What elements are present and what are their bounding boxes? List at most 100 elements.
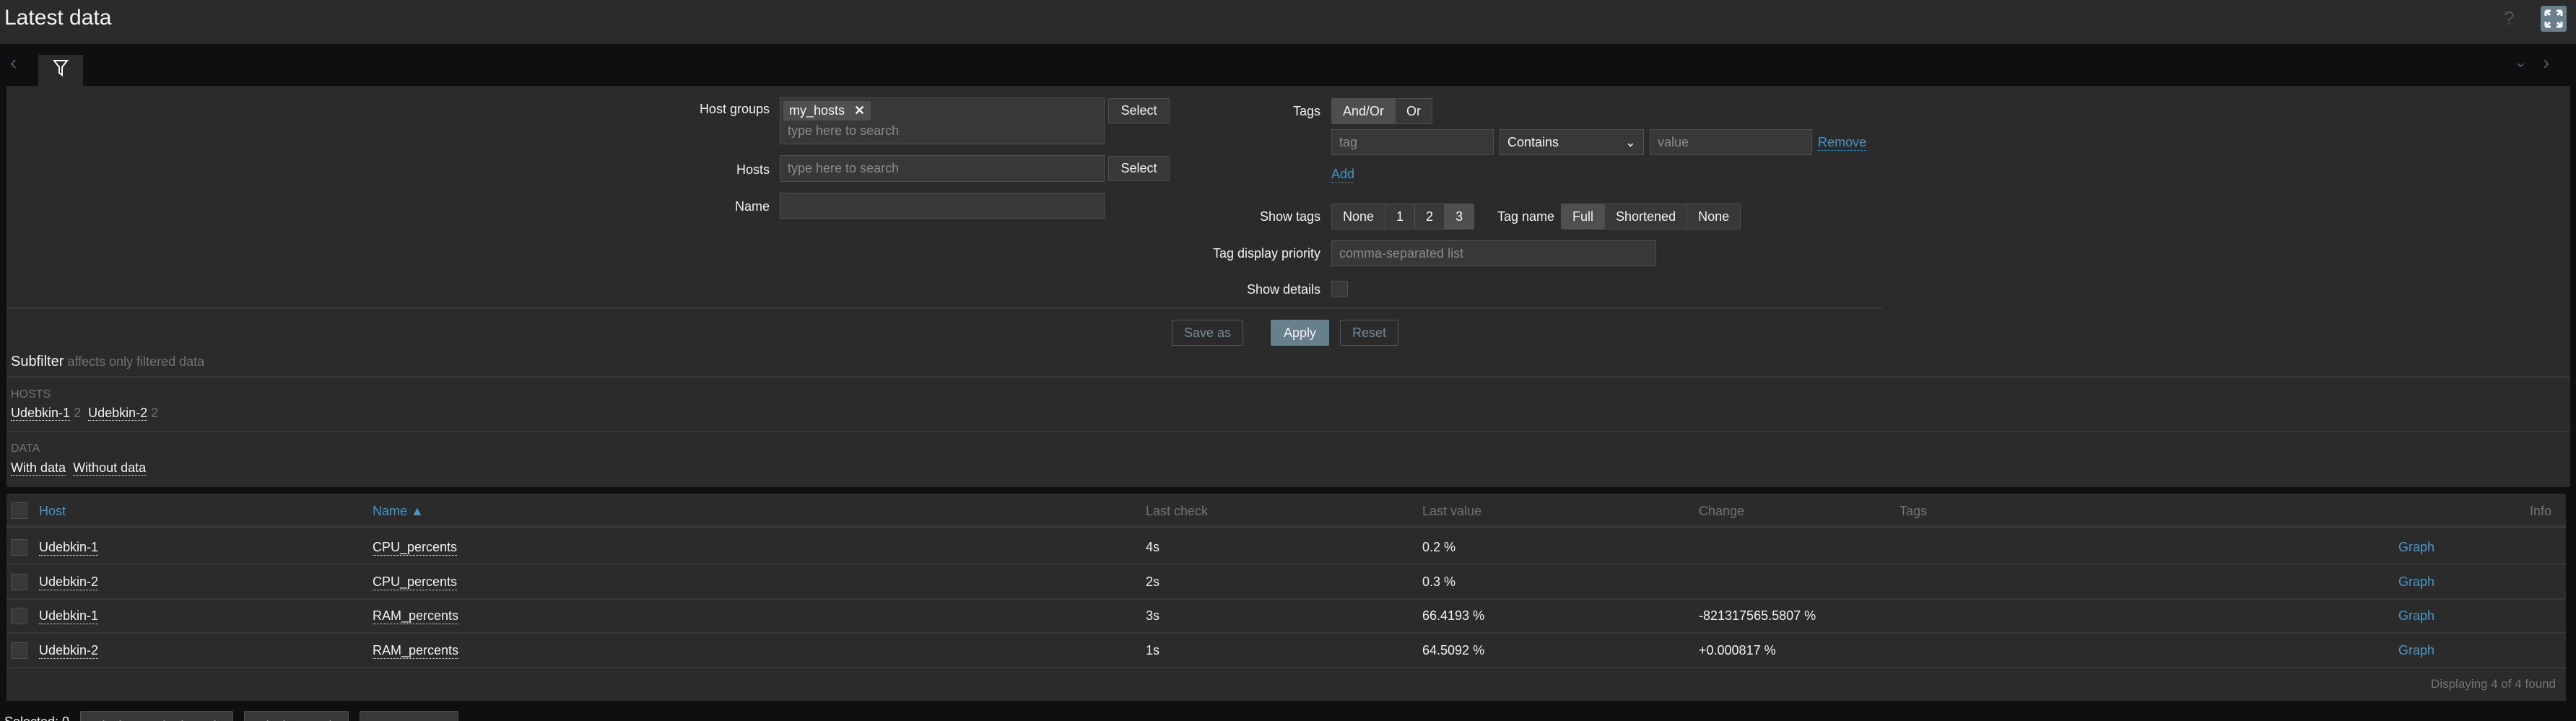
graph-link[interactable]: Graph [2398, 608, 2434, 624]
host-group-chip: my_hosts ✕ [783, 101, 871, 121]
host-groups-label: Host groups [699, 102, 770, 116]
show-tags-none[interactable]: None [1332, 204, 1386, 229]
apply-button[interactable]: Apply [1271, 320, 1329, 346]
show-details-checkbox[interactable] [1331, 281, 1348, 297]
display-stacked-graph-button[interactable]: Display stacked graph [80, 711, 233, 721]
last-check: 4s [1146, 540, 1160, 554]
tags-mode-or[interactable]: Or [1396, 99, 1432, 123]
filter-panel: Host groups my_hosts ✕ type here to sear… [6, 86, 2570, 487]
select-all-checkbox[interactable] [11, 502, 27, 519]
subfilter-host-udebkin-1[interactable]: Udebkin-1 [11, 406, 71, 421]
host-link[interactable]: Udebkin-1 [39, 608, 99, 624]
remove-tag-link[interactable]: Remove [1818, 135, 1867, 151]
graph-link[interactable]: Graph [2398, 574, 2434, 590]
tag-name-full[interactable]: Full [1562, 204, 1606, 229]
table-row: Udebkin-2 CPU_percents 2s 0.3 % Graph [6, 566, 2566, 600]
close-icon[interactable]: ✕ [854, 103, 865, 118]
hosts-select-button[interactable]: Select [1108, 156, 1170, 181]
hosts-input[interactable]: type here to search [780, 155, 1105, 182]
last-check: 3s [1146, 608, 1160, 623]
graph-link[interactable]: Graph [2398, 540, 2434, 555]
show-tags-3[interactable]: 3 [1445, 204, 1474, 229]
subfilter-title: Subfilter [11, 354, 64, 370]
execute-now-button[interactable]: Execute now [360, 711, 458, 721]
table-row: Udebkin-1 RAM_percents 3s 66.4193 % -8213175… [6, 600, 2566, 634]
tag-priority-input[interactable]: comma-separated list [1331, 240, 1656, 266]
host-groups-select-button[interactable]: Select [1108, 98, 1170, 123]
fullscreen-icon [2544, 9, 2563, 28]
subfilter-host-udebkin-2[interactable]: Udebkin-2 [88, 406, 148, 421]
item-name-link[interactable]: CPU_percents [373, 574, 458, 590]
item-name-link[interactable]: CPU_percents [373, 540, 458, 556]
show-tags-label: Show tags [1259, 209, 1320, 224]
change: -821317565.5807 % [1699, 608, 1816, 623]
chevron-right-icon[interactable]: › [2543, 51, 2549, 74]
filter-icon [52, 60, 69, 77]
subfilter-hosts: Udebkin-1 2 Udebkin-2 2 [11, 406, 158, 421]
page-header: Latest data ? [0, 0, 2576, 44]
host-link[interactable]: Udebkin-1 [39, 540, 99, 556]
save-as-button[interactable]: Save as [1172, 320, 1243, 346]
table-row: Udebkin-2 RAM_percents 1s 64.5092 % +0.00081… [6, 634, 2566, 668]
column-host[interactable]: Host [39, 504, 66, 519]
subfilter-hosts-caption: HOSTS [11, 388, 51, 401]
last-check: 1s [1146, 642, 1160, 657]
action-bar: Selected: 0 Display stacked graph Displa… [0, 710, 2576, 721]
show-tags-toggle[interactable]: None 1 2 3 [1331, 204, 1475, 230]
tag-value-input[interactable]: value [1650, 129, 1812, 155]
help-icon[interactable]: ? [2504, 7, 2514, 30]
hosts-label: Hosts [736, 162, 770, 177]
filter-tab[interactable] [38, 55, 83, 86]
host-groups-placeholder: type here to search [788, 123, 900, 138]
subfilter-count: 2 [74, 406, 82, 420]
column-last-check: Last check [1146, 504, 1209, 518]
filter-tab-strip: ‹ ⌄ › [0, 44, 2576, 86]
chevron-left-icon[interactable]: ‹ [10, 51, 17, 74]
show-tags-1[interactable]: 1 [1385, 204, 1416, 229]
host-link[interactable]: Udebkin-2 [39, 574, 99, 590]
tag-operator-select[interactable]: Contains ⌄ [1500, 129, 1644, 155]
divider [6, 431, 2570, 432]
tag-name-shortened[interactable]: Shortened [1605, 204, 1688, 229]
host-link[interactable]: Udebkin-2 [39, 643, 99, 659]
subfilter-data: With data Without data [11, 460, 147, 476]
subfilter-without-data[interactable]: Without data [73, 460, 147, 476]
page-title: Latest data [4, 6, 112, 30]
add-tag-link[interactable]: Add [1331, 167, 1355, 183]
tag-name-label: Tag name [1497, 209, 1555, 224]
item-name-link[interactable]: RAM_percents [373, 608, 459, 624]
host-groups-input[interactable]: my_hosts ✕ type here to search [780, 97, 1105, 144]
fullscreen-button[interactable] [2541, 6, 2567, 32]
subfilter-hint: affects only filtered data [67, 354, 205, 369]
tags-label: Tags [1292, 104, 1320, 118]
show-details-label: Show details [1246, 282, 1320, 297]
show-tags-2[interactable]: 2 [1415, 204, 1445, 229]
chevron-down-icon[interactable]: ⌄ [2514, 53, 2527, 71]
reset-button[interactable]: Reset [1340, 320, 1398, 346]
chip-label: my_hosts [789, 103, 845, 118]
tags-mode-and-or[interactable]: And/Or [1332, 99, 1396, 123]
display-graph-button[interactable]: Display graph [244, 711, 349, 721]
graph-link[interactable]: Graph [2398, 643, 2434, 658]
tag-priority-label: Tag display priority [1212, 246, 1320, 261]
last-value: 66.4193 % [1422, 608, 1485, 623]
tag-input[interactable]: tag [1331, 129, 1494, 155]
subfilter-data-caption: DATA [11, 442, 40, 455]
tag-operator-value: Contains [1507, 134, 1559, 149]
tags-mode-toggle[interactable]: And/Or Or [1331, 98, 1433, 124]
row-checkbox[interactable] [11, 539, 27, 556]
name-input[interactable] [780, 193, 1105, 219]
tag-name-toggle[interactable]: Full Shortened None [1561, 204, 1741, 230]
subfilter-with-data[interactable]: With data [11, 460, 66, 476]
row-checkbox[interactable] [11, 573, 27, 590]
column-name[interactable]: Name ▲ [373, 504, 424, 519]
subfilter-header: Subfilter affects only filtered data [11, 354, 204, 370]
item-name-link[interactable]: RAM_percents [373, 643, 459, 659]
selected-count: Selected: 0 [4, 715, 69, 721]
latest-data-table: Host Name ▲ Last check Last value Change… [6, 494, 2566, 701]
row-checkbox[interactable] [11, 608, 27, 624]
column-tags: Tags [1900, 504, 1928, 518]
table-footer: Displaying 4 of 4 found [2431, 677, 2556, 691]
row-checkbox[interactable] [11, 642, 27, 659]
tag-name-none[interactable]: None [1687, 204, 1741, 229]
